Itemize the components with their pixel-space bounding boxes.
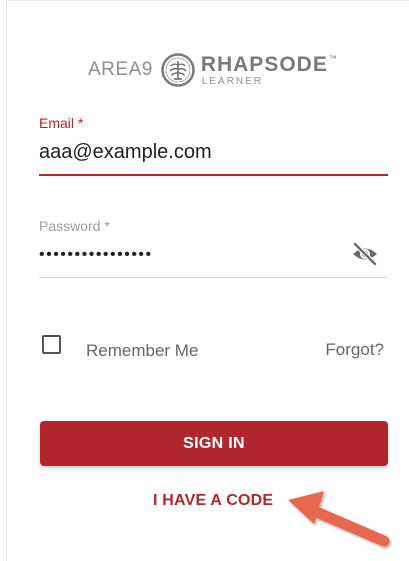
- brand-learner-text: LEARNER: [201, 75, 264, 87]
- email-input[interactable]: aaa@example.com: [39, 141, 212, 164]
- sign-in-button[interactable]: SIGN IN: [40, 421, 388, 466]
- brand-trademark: ™: [328, 53, 337, 63]
- have-code-link[interactable]: I HAVE A CODE: [153, 492, 273, 510]
- remember-me-label: Remember Me: [86, 341, 199, 360]
- login-page: AREA9 RHAPSODE ™ LEARNER Email * aaa@exa…: [0, 0, 409, 561]
- password-underline: [39, 277, 388, 278]
- password-label: Password *: [39, 218, 110, 234]
- email-underline: [39, 174, 388, 176]
- brand-wordmark: RHAPSODE ™ LEARNER: [201, 54, 337, 87]
- frame-left-border: [6, 0, 7, 561]
- visibility-off-icon[interactable]: [350, 241, 380, 267]
- brand-logo: AREA9 RHAPSODE ™ LEARNER: [88, 50, 337, 90]
- password-input[interactable]: ••••••••••••••••: [39, 246, 153, 264]
- remember-me-checkbox[interactable]: [42, 335, 61, 354]
- annotation-arrow-icon: [288, 491, 390, 547]
- forgot-password-link[interactable]: Forgot?: [325, 340, 384, 360]
- email-label: Email *: [39, 115, 84, 131]
- tree-emblem-icon: [161, 53, 195, 87]
- brand-rhapsode-row: RHAPSODE ™: [201, 54, 337, 75]
- brand-area9-text: AREA9: [88, 58, 153, 80]
- brand-rhapsode-text: RHAPSODE: [200, 52, 328, 76]
- frame-top-border: [6, 0, 409, 1]
